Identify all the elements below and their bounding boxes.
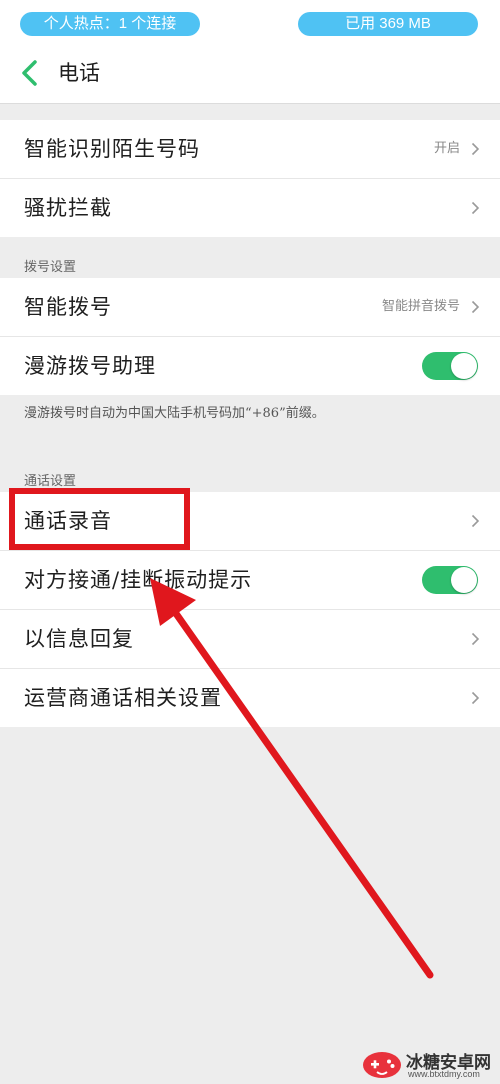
row-label: 智能拨号 (24, 295, 112, 319)
section-header-dial: 拨号设置 (24, 260, 77, 275)
row-harassment-block[interactable]: 骚扰拦截 (0, 179, 500, 237)
row-smart-dial[interactable]: 智能拨号 智能拼音拨号 (0, 278, 500, 337)
row-sms-reply[interactable]: 以信息回复 (0, 610, 500, 669)
chevron-left-icon[interactable] (16, 58, 42, 88)
row-label: 智能识别陌生号码 (24, 137, 200, 161)
row-value: 开启 (433, 141, 460, 156)
toggle-knob (451, 353, 477, 379)
section-header-call: 通话设置 (24, 474, 77, 489)
roaming-footnote: 漫游拨号时自动为中国大陆手机号码加“+86”前缀。 (24, 406, 325, 421)
chevron-right-icon (471, 201, 480, 215)
status-bar: 个人热点：1 个连接 已用 369 MB (0, 0, 500, 48)
row-label: 以信息回复 (24, 627, 134, 651)
chevron-right-icon (471, 300, 480, 314)
row-vibrate-on-connect: 对方接通/挂断振动提示 (0, 551, 500, 610)
group-dial-settings: 智能拨号 智能拼音拨号 漫游拨号助理 (0, 278, 500, 395)
app-header: 电话 (0, 48, 500, 104)
chevron-right-icon (471, 142, 480, 156)
chevron-right-icon (471, 514, 480, 528)
gamepad-logo-icon (363, 1052, 401, 1078)
annotation-highlight-box (9, 488, 190, 550)
hotspot-pill[interactable]: 个人热点：1 个连接 (20, 12, 200, 36)
chevron-right-icon (471, 632, 480, 646)
page-title: 电话 (58, 61, 100, 85)
row-operator-settings[interactable]: 运营商通话相关设置 (0, 669, 500, 727)
site-watermark: 冰糖安卓网 www.btxtdmy.com (362, 1046, 500, 1084)
row-smart-identify[interactable]: 智能识别陌生号码 开启 (0, 120, 500, 179)
data-usage-pill[interactable]: 已用 369 MB (298, 12, 478, 36)
row-roaming-assistant: 漫游拨号助理 (0, 337, 500, 395)
row-label: 骚扰拦截 (24, 196, 112, 220)
roaming-toggle[interactable] (422, 352, 478, 380)
header-divider (0, 103, 500, 104)
group-caller-id: 智能识别陌生号码 开启 骚扰拦截 (0, 120, 500, 237)
row-label: 运营商通话相关设置 (24, 686, 222, 710)
watermark-url: www.btxtdmy.com (408, 1069, 480, 1079)
row-value: 智能拼音拨号 (381, 299, 460, 314)
chevron-right-icon (471, 691, 480, 705)
row-label: 对方接通/挂断振动提示 (24, 568, 253, 592)
vibrate-toggle[interactable] (422, 566, 478, 594)
row-label: 漫游拨号助理 (24, 354, 156, 378)
toggle-knob (451, 567, 477, 593)
